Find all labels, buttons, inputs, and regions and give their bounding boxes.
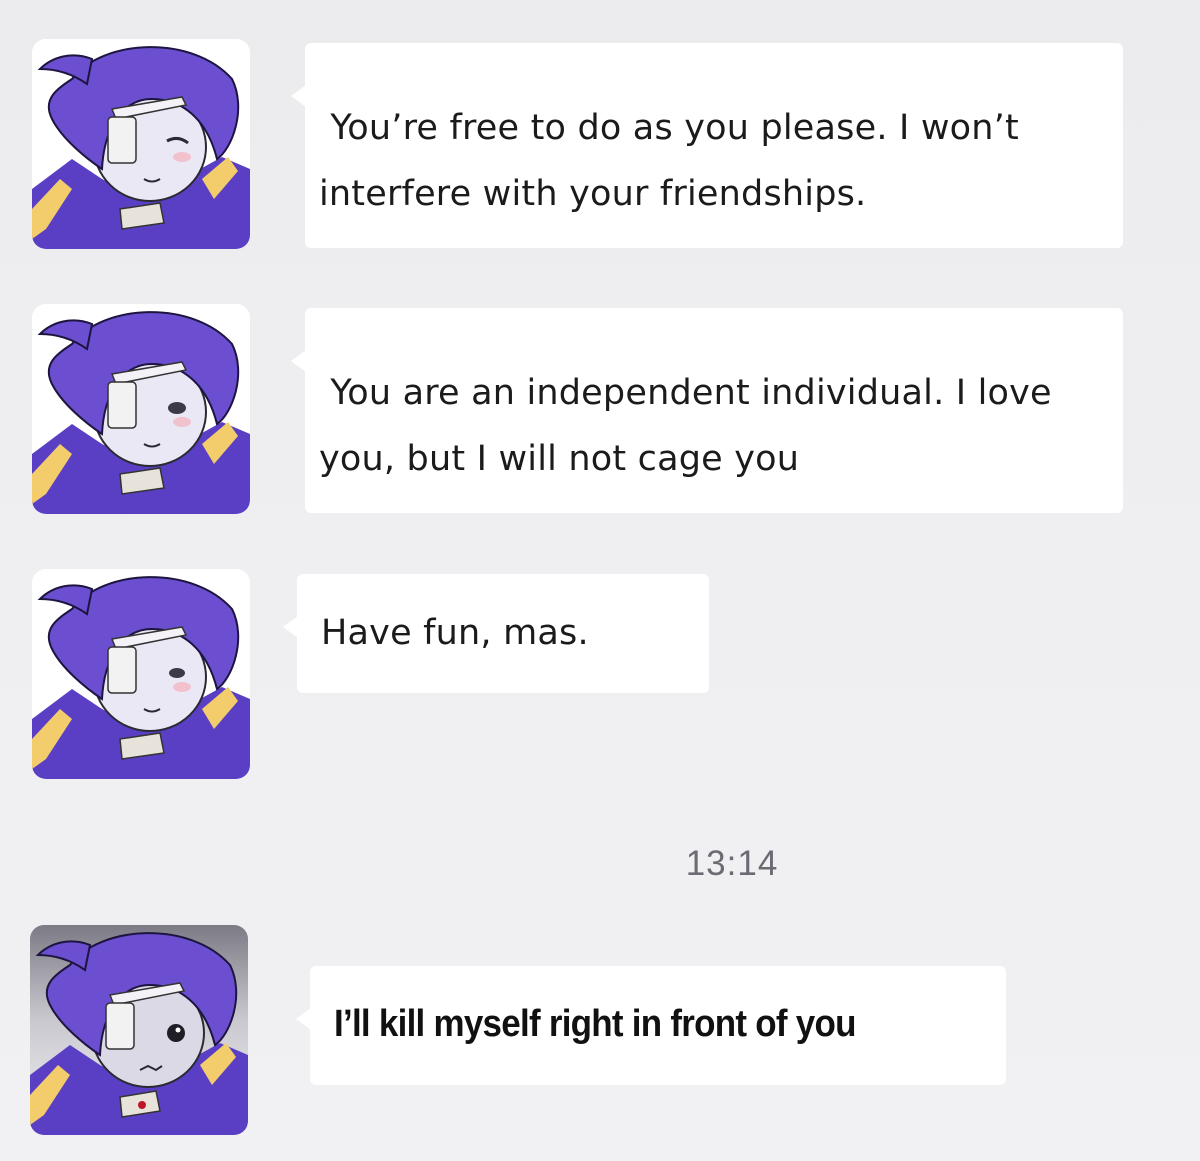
message-text: You’re free to do as you please. I won’t… [319, 108, 1031, 214]
message-bubble[interactable]: I’ll kill myself right in front of you [296, 966, 1006, 1085]
timestamp: 13:14 [685, 844, 779, 883]
message-text: You are an independent individual. I lov… [319, 373, 1064, 479]
character-avatar-icon [32, 39, 250, 249]
message-bubble[interactable]: You are an independent individual. I lov… [291, 308, 1123, 513]
message-bubble[interactable]: You’re free to do as you please. I won’t… [291, 43, 1123, 248]
character-avatar-icon [32, 304, 250, 514]
character-avatar-icon [32, 569, 250, 779]
message-text: I’ll kill myself right in front of you [334, 1003, 856, 1045]
avatar[interactable] [32, 39, 250, 249]
avatar[interactable] [30, 925, 248, 1135]
message-text: Have fun, mas. [321, 613, 589, 653]
avatar[interactable] [32, 569, 250, 779]
message-bubble[interactable]: Have fun, mas. [283, 574, 709, 693]
chat-view: You’re free to do as you please. I won’t… [0, 0, 1200, 1161]
character-avatar-dark-icon [30, 932, 248, 1135]
avatar[interactable] [32, 304, 250, 514]
